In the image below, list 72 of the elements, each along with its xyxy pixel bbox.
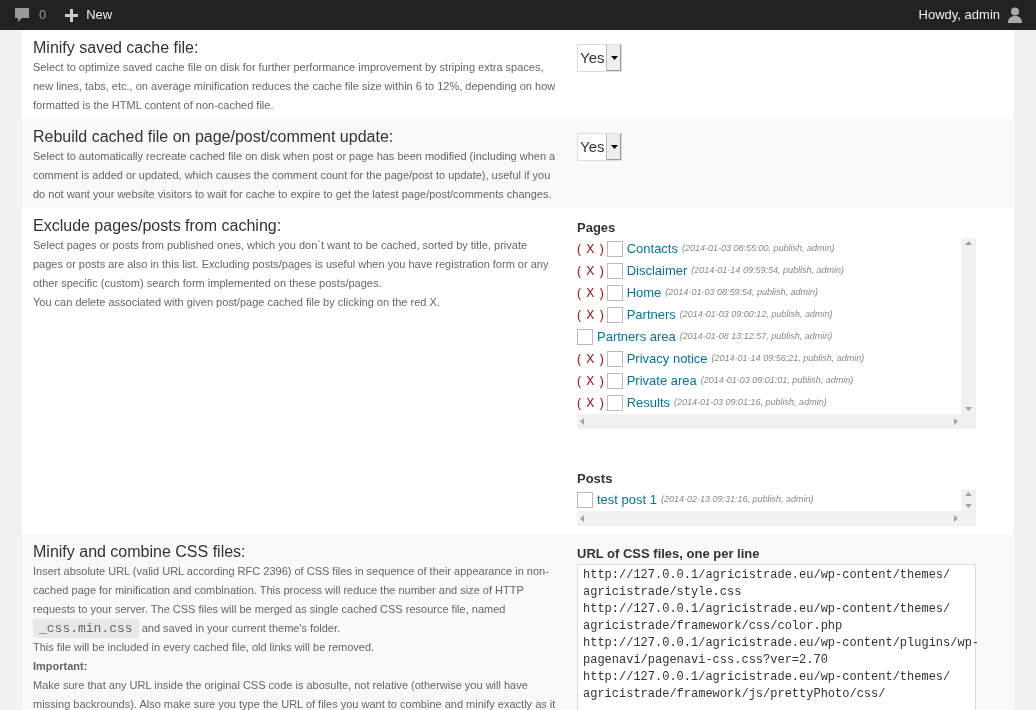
comment-count[interactable]: 0 [39, 5, 47, 25]
section-title: Minify and combine CSS files: [33, 542, 247, 562]
checkbox[interactable] [606, 395, 623, 411]
vertical-scrollbar[interactable] [961, 238, 976, 414]
list-heading: Pages [577, 219, 617, 237]
delete-link[interactable]: ( X ) [577, 284, 605, 302]
css-urls-field[interactable]: http://127.0.0.1/agricistrade.eu/wp-content/themes/ agricistrade/style.css http://127.0.0.1/agricistrade.eu/wp-content/themes/ agricistrade/framework/css/color.php http://127.0.0.1/agricistrade.eu/wp-content/plugins/wp- pagenavi/pagenavi-css.css?ver=2.70 http://127.0.0.1/agricistrade.eu/wp-content/themes/ agricistrade/framework/js/prettyPhoto/css/ [577, 564, 976, 710]
item-meta: (2014-01-03 09:01:01, publish, admin) [700, 374, 854, 388]
delete-link[interactable]: ( X ) [577, 240, 605, 258]
horizontal-scrollbar[interactable] [577, 414, 961, 429]
item-meta: (2014-01-03 09:01:16, publish, admin) [674, 396, 827, 410]
delete-link[interactable]: ( X ) [577, 306, 605, 324]
scroll-up-icon [965, 241, 972, 245]
item-meta: (2014-01-14 09:56:21, publish, admin) [711, 352, 865, 366]
checkbox[interactable] [577, 329, 593, 345]
section-description: Select to automatically recreate cached file on disk when post or page has been modified (including when a comment is added or updated, which causes the comment count for the page/post to update), useful if you do not want your website visitors to wait for cache to expire to get the latest page/post/comments changes. [33, 149, 557, 202]
section-title: Exclude pages/posts from caching: [33, 216, 283, 236]
scroll-down-icon [965, 407, 972, 411]
horizontal-scrollbar[interactable] [577, 511, 961, 526]
delete-link[interactable]: ( X ) [577, 372, 605, 390]
checkbox[interactable] [606, 241, 623, 257]
checkbox[interactable] [606, 285, 623, 301]
section-description: You can delete associated with given post/page cached file by clicking on the red X. [33, 295, 441, 310]
section-description: This file will be included in every cached file, old links will be removed. [33, 640, 376, 655]
checkbox[interactable] [606, 351, 623, 367]
section-description: Make sure that any URL inside the original CSS code is abosulte, not relative (otherwise you will have missing backrounds). Also make sure you type the URL of files you want to combine and minify exactly as it [33, 678, 557, 710]
vertical-scrollbar[interactable] [961, 489, 976, 511]
item-link[interactable]: Disclaimer [626, 261, 688, 281]
checkbox[interactable] [606, 307, 623, 323]
item-link[interactable]: Private area [626, 371, 697, 391]
item-link[interactable]: Contacts [626, 239, 678, 259]
item-meta: (2014-01-03 08:55:00, publish, admin) [682, 242, 835, 256]
yes-no-select[interactable]: Yes [577, 133, 622, 161]
dropdown-arrow-icon [610, 145, 618, 149]
item-meta: (2014-01-08 13:12:57, publish, admin) [679, 330, 833, 344]
important-label: Important: [33, 659, 89, 674]
scroll-left-icon [580, 515, 584, 522]
delete-link[interactable]: ( X ) [577, 350, 605, 368]
greeting-link[interactable]: Howdy, admin [918, 5, 1000, 25]
item-link[interactable]: test post 1 [597, 490, 657, 510]
item-link[interactable]: Privacy notice [626, 349, 708, 369]
section-description: Select to optimize saved cache file on disk for further performance improvement by striping extra spaces, new lines, tabs, etc., on average minification reduces the cache file size within 6 to 12%, depending on how formatted is the HTML content of non-cached file. [33, 60, 557, 113]
yes-no-select[interactable]: Yes [577, 44, 622, 72]
delete-link[interactable]: ( X ) [577, 394, 605, 412]
scroll-up-icon [965, 492, 972, 496]
plus-icon [65, 8, 79, 22]
section-description: Select pages or posts from published ones, which you don`t want to be cached, sorted by title, private pages or posts are also in this list. Excluding posts/pages is useful when you have registration form or any other specific (custom) search form implemented on these posts/pages. [33, 238, 550, 291]
item-link[interactable]: Home [626, 283, 662, 303]
checkbox[interactable] [577, 492, 593, 508]
checkbox[interactable] [606, 373, 623, 389]
section-description: Insert absolute URL (valid URL according RFC 2396) of CSS files in sequence of their appearance in non-cached page for minification and combination. This process will reduce the number and size of HTTP requests to your server. The CSS files will be merged as single cached CSS resource file, named _css.min.css and saved in your current theme's folder. [33, 564, 550, 638]
item-meta: (2014-01-03 08:59:54, publish, admin) [665, 286, 818, 300]
dropdown-arrow-icon [610, 56, 618, 60]
item-link[interactable]: Results [626, 393, 671, 413]
field-label: URL of CSS files, one per line [577, 545, 761, 563]
section-title: Minify saved cache file: [33, 38, 200, 58]
user-icon [1008, 7, 1022, 23]
section-title: Rebuild cached file on page/post/comment update: [33, 127, 395, 147]
new-link[interactable]: New [86, 5, 113, 25]
list-heading: Posts [577, 470, 614, 488]
scroll-left-icon [580, 418, 584, 425]
comment-icon[interactable] [14, 7, 30, 23]
checkbox[interactable] [606, 263, 623, 279]
item-meta: (2014-01-03 09:00:12, publish, admin) [679, 308, 833, 322]
scroll-right-icon [954, 515, 958, 522]
delete-link[interactable]: ( X ) [577, 262, 605, 280]
scroll-down-icon [965, 504, 972, 508]
item-meta: (2014-02-13 09:31:16, publish, admin) [661, 493, 814, 507]
scroll-right-icon [954, 418, 958, 425]
item-link[interactable]: Partners [626, 305, 676, 325]
item-meta: (2014-01-14 09:59:54, publish, admin) [691, 264, 844, 278]
item-link[interactable]: Partners area [597, 327, 676, 347]
